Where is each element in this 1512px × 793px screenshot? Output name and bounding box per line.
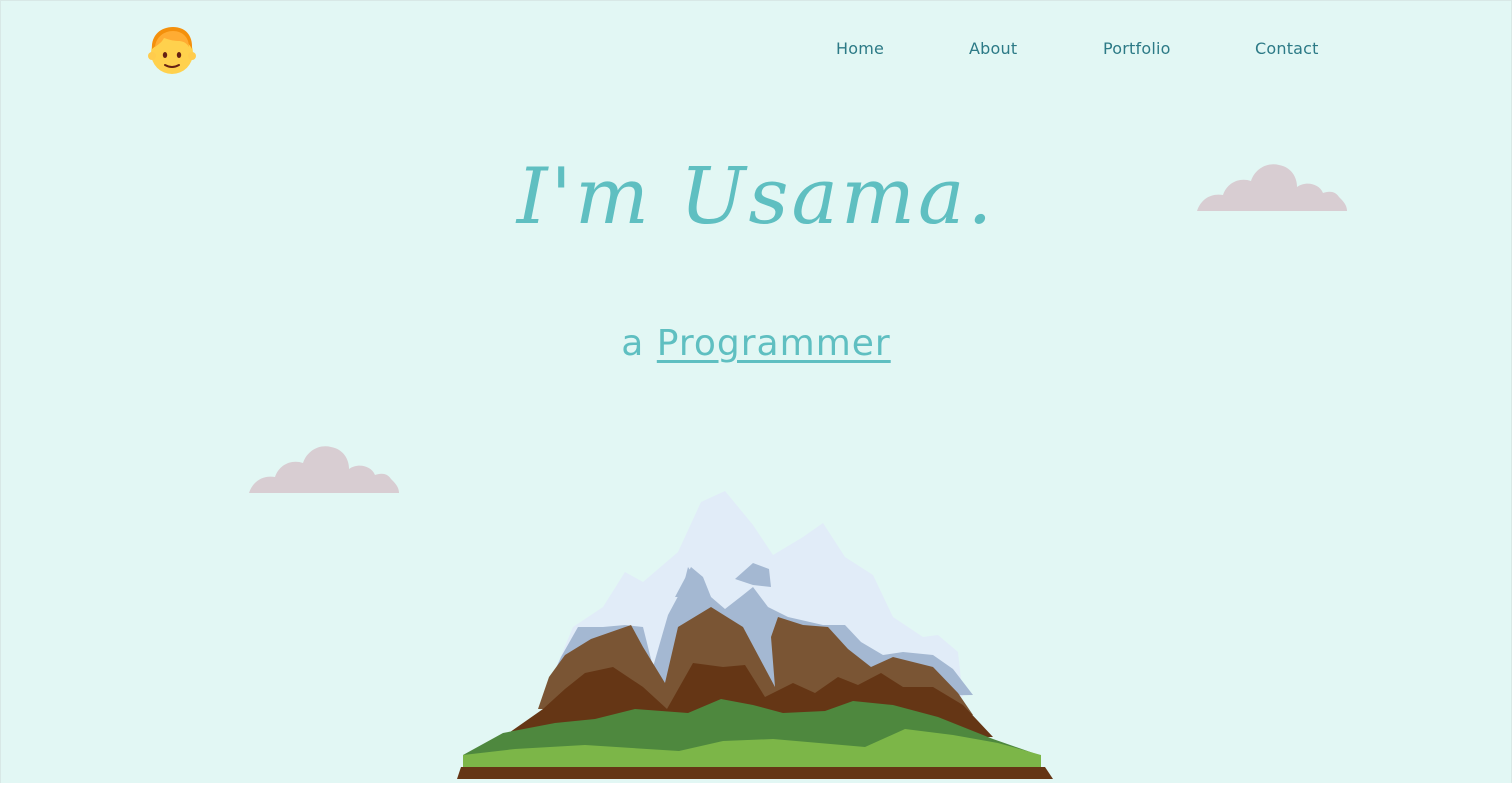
hero-subtitle: a Programmer (1, 323, 1511, 364)
hero-subtitle-prefix: a (621, 323, 645, 364)
nav-link-portfolio[interactable]: Portfolio (1103, 39, 1171, 58)
main-nav: Home About Portfolio Contact (1, 39, 1511, 65)
mountain-illustration (453, 487, 1055, 783)
hero-title: I'm Usama. (516, 152, 996, 242)
nav-link-contact[interactable]: Contact (1255, 39, 1319, 58)
hero-subtitle-role: Programmer (656, 323, 891, 364)
nav-link-home[interactable]: Home (836, 39, 884, 58)
landing-page: Home About Portfolio Contact I'm Usama. … (0, 0, 1512, 783)
cloud-icon (249, 441, 401, 495)
nav-link-about[interactable]: About (969, 39, 1017, 58)
